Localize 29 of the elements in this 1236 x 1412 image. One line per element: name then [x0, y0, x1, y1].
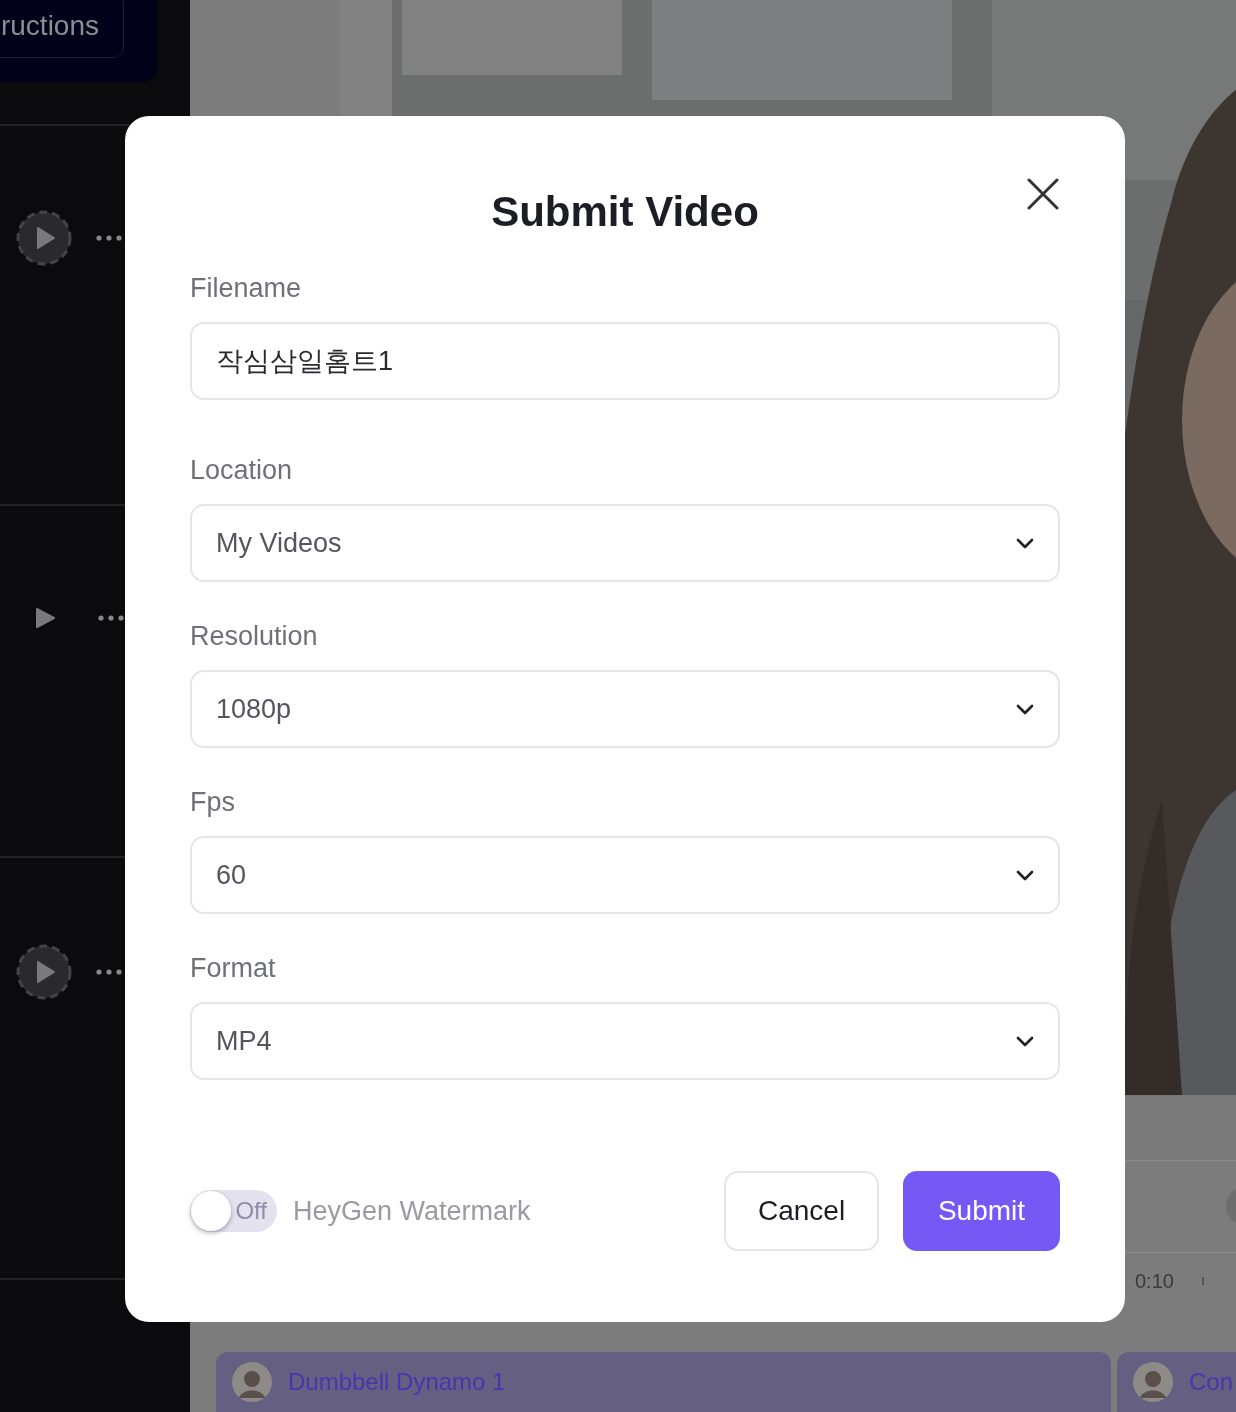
time-label: 0:10	[1135, 1269, 1174, 1293]
play-button[interactable]	[16, 210, 72, 266]
chevron-icon	[1016, 703, 1034, 715]
field-label: Resolution	[190, 620, 319, 652]
more-icon[interactable]	[98, 615, 124, 621]
dropdown[interactable]: My Videos	[190, 504, 1060, 582]
cancel-button[interactable]: Cancel	[724, 1171, 879, 1251]
chevron-icon	[1016, 537, 1034, 549]
tick-mark	[1201, 1277, 1204, 1286]
toggle-label: HeyGen Watermark	[293, 1195, 531, 1227]
avatar-icon	[232, 1362, 272, 1402]
field-label: Fps	[190, 786, 236, 818]
dropdown[interactable]: 1080p	[190, 670, 1060, 748]
chevron-icon	[1016, 869, 1034, 881]
more-icon[interactable]	[96, 969, 122, 975]
avatar-icon	[1133, 1362, 1173, 1402]
close-icon[interactable]	[1027, 178, 1059, 210]
chevron-icon	[1016, 1035, 1034, 1047]
field-label: Filename	[190, 272, 303, 304]
play-button[interactable]	[16, 944, 72, 1000]
more-icon[interactable]	[96, 235, 122, 241]
dropdown[interactable]: MP4	[190, 1002, 1060, 1080]
dropdown[interactable]: 60	[190, 836, 1060, 914]
submit-button[interactable]: Submit	[903, 1171, 1060, 1251]
field-label: Location	[190, 454, 294, 486]
field-label: Format	[190, 952, 277, 984]
play-icon[interactable]	[34, 607, 56, 629]
dialog-title: Submit Video	[491, 188, 759, 236]
input-field[interactable]: 작심삼일홈트1	[190, 322, 1060, 400]
